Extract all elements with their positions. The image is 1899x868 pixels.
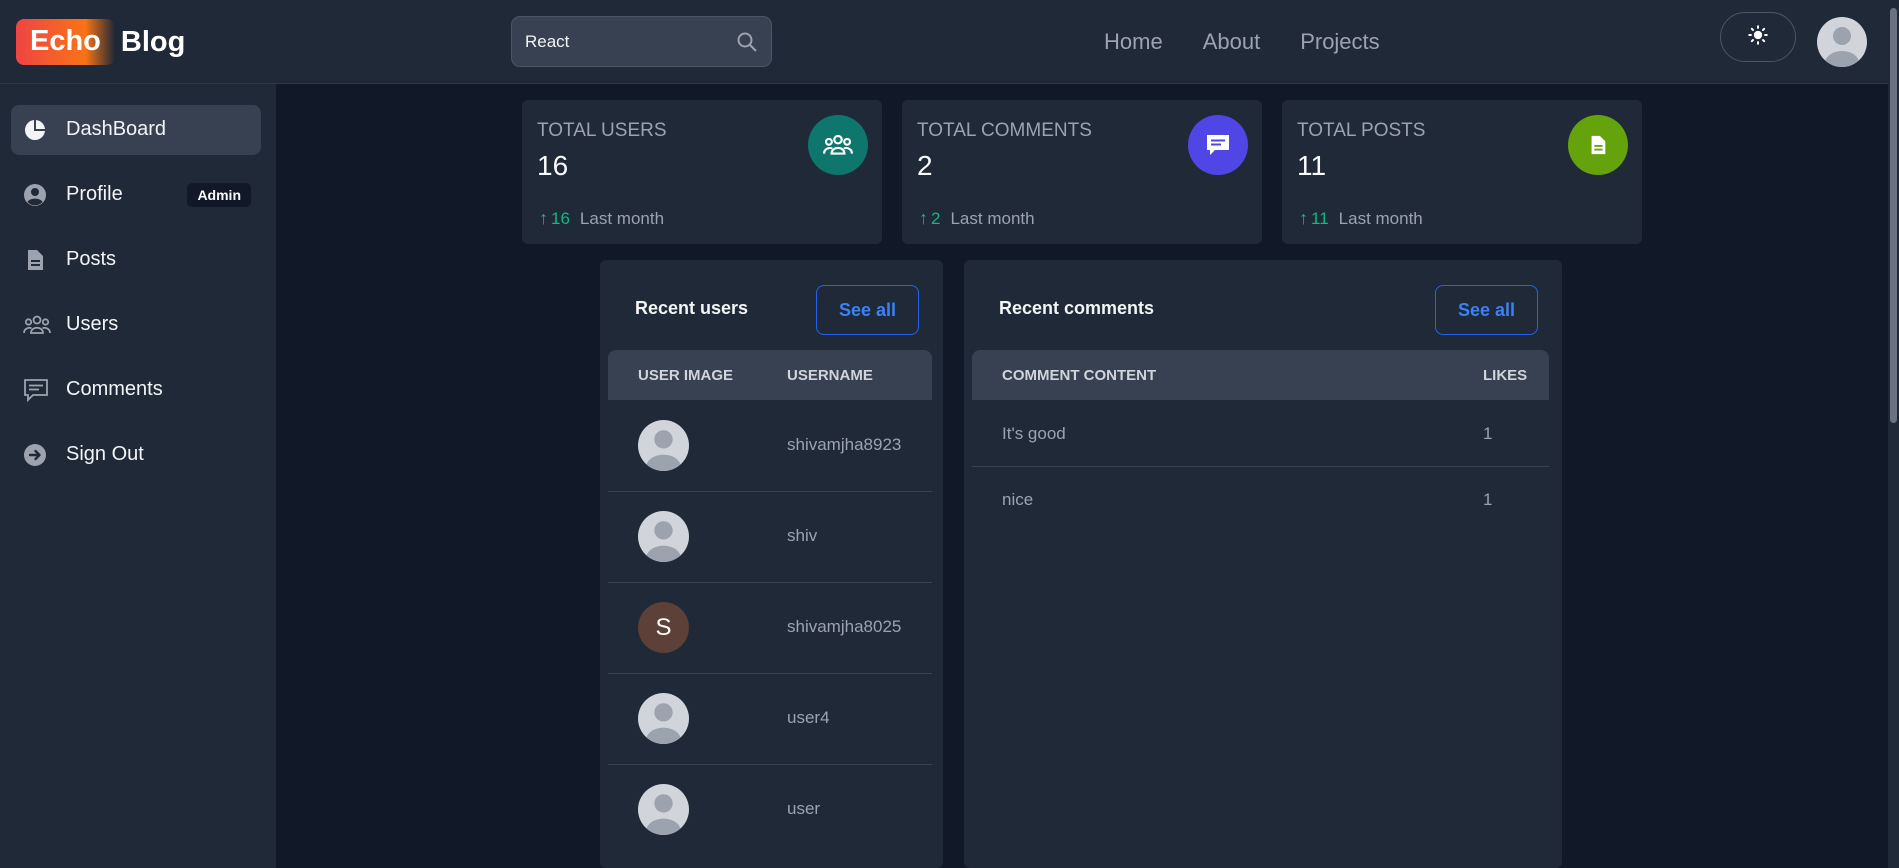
sidebar-item-sign-out[interactable]: Sign Out xyxy=(11,430,261,480)
arrow-up-icon: ↑ xyxy=(919,208,928,228)
sidebar-item-profile[interactable]: Profile Admin xyxy=(11,170,261,220)
column-header: User image xyxy=(638,367,734,384)
nav-home-link[interactable]: Home xyxy=(1104,27,1163,57)
sidebar-item-label: DashBoard xyxy=(66,118,167,140)
stat-card-total-posts: Total Posts 11 ↑ 11 Last month xyxy=(1282,100,1642,244)
see-all-users-button[interactable]: See all xyxy=(816,285,919,335)
top-navbar: Echo Blog Home About Projects xyxy=(0,0,1899,84)
sidebar-item-label: Posts xyxy=(66,248,117,270)
sidebar: DashBoard Profile Admin Posts Users Comm… xyxy=(0,84,276,868)
table-row[interactable]: S shivamjha8025 xyxy=(608,582,932,674)
sidebar-item-label: Sign Out xyxy=(66,443,144,465)
comment-icon xyxy=(23,378,48,403)
table-row[interactable]: shivamjha8923 xyxy=(608,400,932,492)
table-row[interactable]: user4 xyxy=(608,673,932,765)
nav-about-link[interactable]: About xyxy=(1203,27,1261,57)
arrow-up-icon: ↑ xyxy=(1299,208,1308,228)
stat-period: Last month xyxy=(950,208,1035,228)
username: shivamjha8923 xyxy=(787,435,902,454)
document-icon xyxy=(1568,115,1628,175)
stat-footer: ↑ 11 Last month xyxy=(1299,208,1423,229)
stat-card-total-comments: Total Comments 2 ↑ 2 Last month xyxy=(902,100,1262,244)
sun-icon xyxy=(1748,24,1768,50)
stat-title: Total Comments xyxy=(917,120,1092,141)
username: shiv xyxy=(787,526,818,545)
user-circle-icon xyxy=(23,183,47,207)
stat-footer: ↑ 2 Last month xyxy=(919,208,1035,229)
users-group-icon xyxy=(23,313,51,337)
comment-likes: 1 xyxy=(1483,490,1493,509)
comment-content: It's good xyxy=(1002,424,1066,443)
table-header: User image Username xyxy=(608,350,932,400)
username: user xyxy=(787,799,821,818)
column-header: Username xyxy=(787,367,873,384)
stat-title: Total Users xyxy=(537,120,667,141)
pie-chart-icon xyxy=(23,118,47,142)
search-input[interactable] xyxy=(513,18,723,65)
sidebar-item-posts[interactable]: Posts xyxy=(11,235,261,285)
stat-change: 2 xyxy=(931,208,941,228)
sidebar-item-users[interactable]: Users xyxy=(11,300,261,350)
role-badge: Admin xyxy=(187,183,251,207)
search-icon[interactable] xyxy=(735,30,759,54)
recent-users-panel: Recent users See all User image Username… xyxy=(600,260,943,868)
nav-projects-link[interactable]: Projects xyxy=(1300,27,1379,57)
document-icon xyxy=(23,248,47,272)
table-row[interactable]: It's good 1 xyxy=(972,400,1549,467)
page-scrollbar[interactable] xyxy=(1888,0,1899,868)
users-group-icon xyxy=(808,115,868,175)
stat-value: 11 xyxy=(1297,150,1327,181)
panel-title: Recent users xyxy=(635,298,749,318)
stat-change: 16 xyxy=(551,208,570,228)
sidebar-item-label: Comments xyxy=(66,378,163,400)
stat-title: Total Posts xyxy=(1297,120,1426,141)
stat-value: 2 xyxy=(917,150,933,181)
logo-echo-text: Echo xyxy=(16,19,115,65)
stat-period: Last month xyxy=(579,208,665,228)
column-header: Comment content xyxy=(1002,367,1157,384)
main-nav: Home About Projects xyxy=(1104,27,1420,57)
user-avatar: S xyxy=(638,602,689,653)
table-row[interactable]: shiv xyxy=(608,491,932,583)
default-avatar-icon xyxy=(1825,27,1859,67)
stat-value: 16 xyxy=(537,150,569,181)
column-header: Likes xyxy=(1483,367,1528,384)
user-avatar-button[interactable] xyxy=(1817,17,1867,67)
search-box xyxy=(511,16,772,67)
table-row[interactable]: nice 1 xyxy=(972,466,1549,532)
stat-change: 11 xyxy=(1311,208,1329,228)
user-avatar xyxy=(638,511,689,562)
comment-likes: 1 xyxy=(1483,424,1493,443)
recent-comments-panel: Recent comments See all Comment content … xyxy=(964,260,1562,868)
comment-content: nice xyxy=(1002,490,1034,509)
user-avatar xyxy=(638,693,689,744)
scrollbar-thumb[interactable] xyxy=(1890,8,1897,423)
sidebar-item-dashboard[interactable]: DashBoard xyxy=(11,105,261,155)
stat-footer: ↑ 16 Last month xyxy=(539,208,664,229)
sidebar-item-label: Profile xyxy=(66,183,123,205)
comment-icon xyxy=(1188,115,1248,175)
panel-title: Recent comments xyxy=(999,298,1155,318)
username: shivamjha8025 xyxy=(787,617,902,636)
theme-toggle-button[interactable] xyxy=(1720,12,1796,62)
stat-card-total-users: Total Users 16 ↑ 16 Last month xyxy=(522,100,882,244)
stat-period: Last month xyxy=(1338,208,1423,228)
username: user4 xyxy=(787,708,830,727)
sidebar-item-label: Users xyxy=(66,313,119,335)
arrow-right-circle-icon xyxy=(23,443,47,467)
user-avatar xyxy=(638,420,689,471)
sidebar-item-comments[interactable]: Comments xyxy=(11,365,261,415)
see-all-comments-button[interactable]: See all xyxy=(1435,285,1538,335)
site-logo[interactable]: Echo Blog xyxy=(16,19,185,65)
logo-blog-text: Blog xyxy=(120,25,186,58)
arrow-up-icon: ↑ xyxy=(539,208,548,228)
table-header: Comment content Likes xyxy=(972,350,1549,400)
table-row[interactable]: user xyxy=(608,764,932,855)
user-avatar xyxy=(638,784,689,835)
